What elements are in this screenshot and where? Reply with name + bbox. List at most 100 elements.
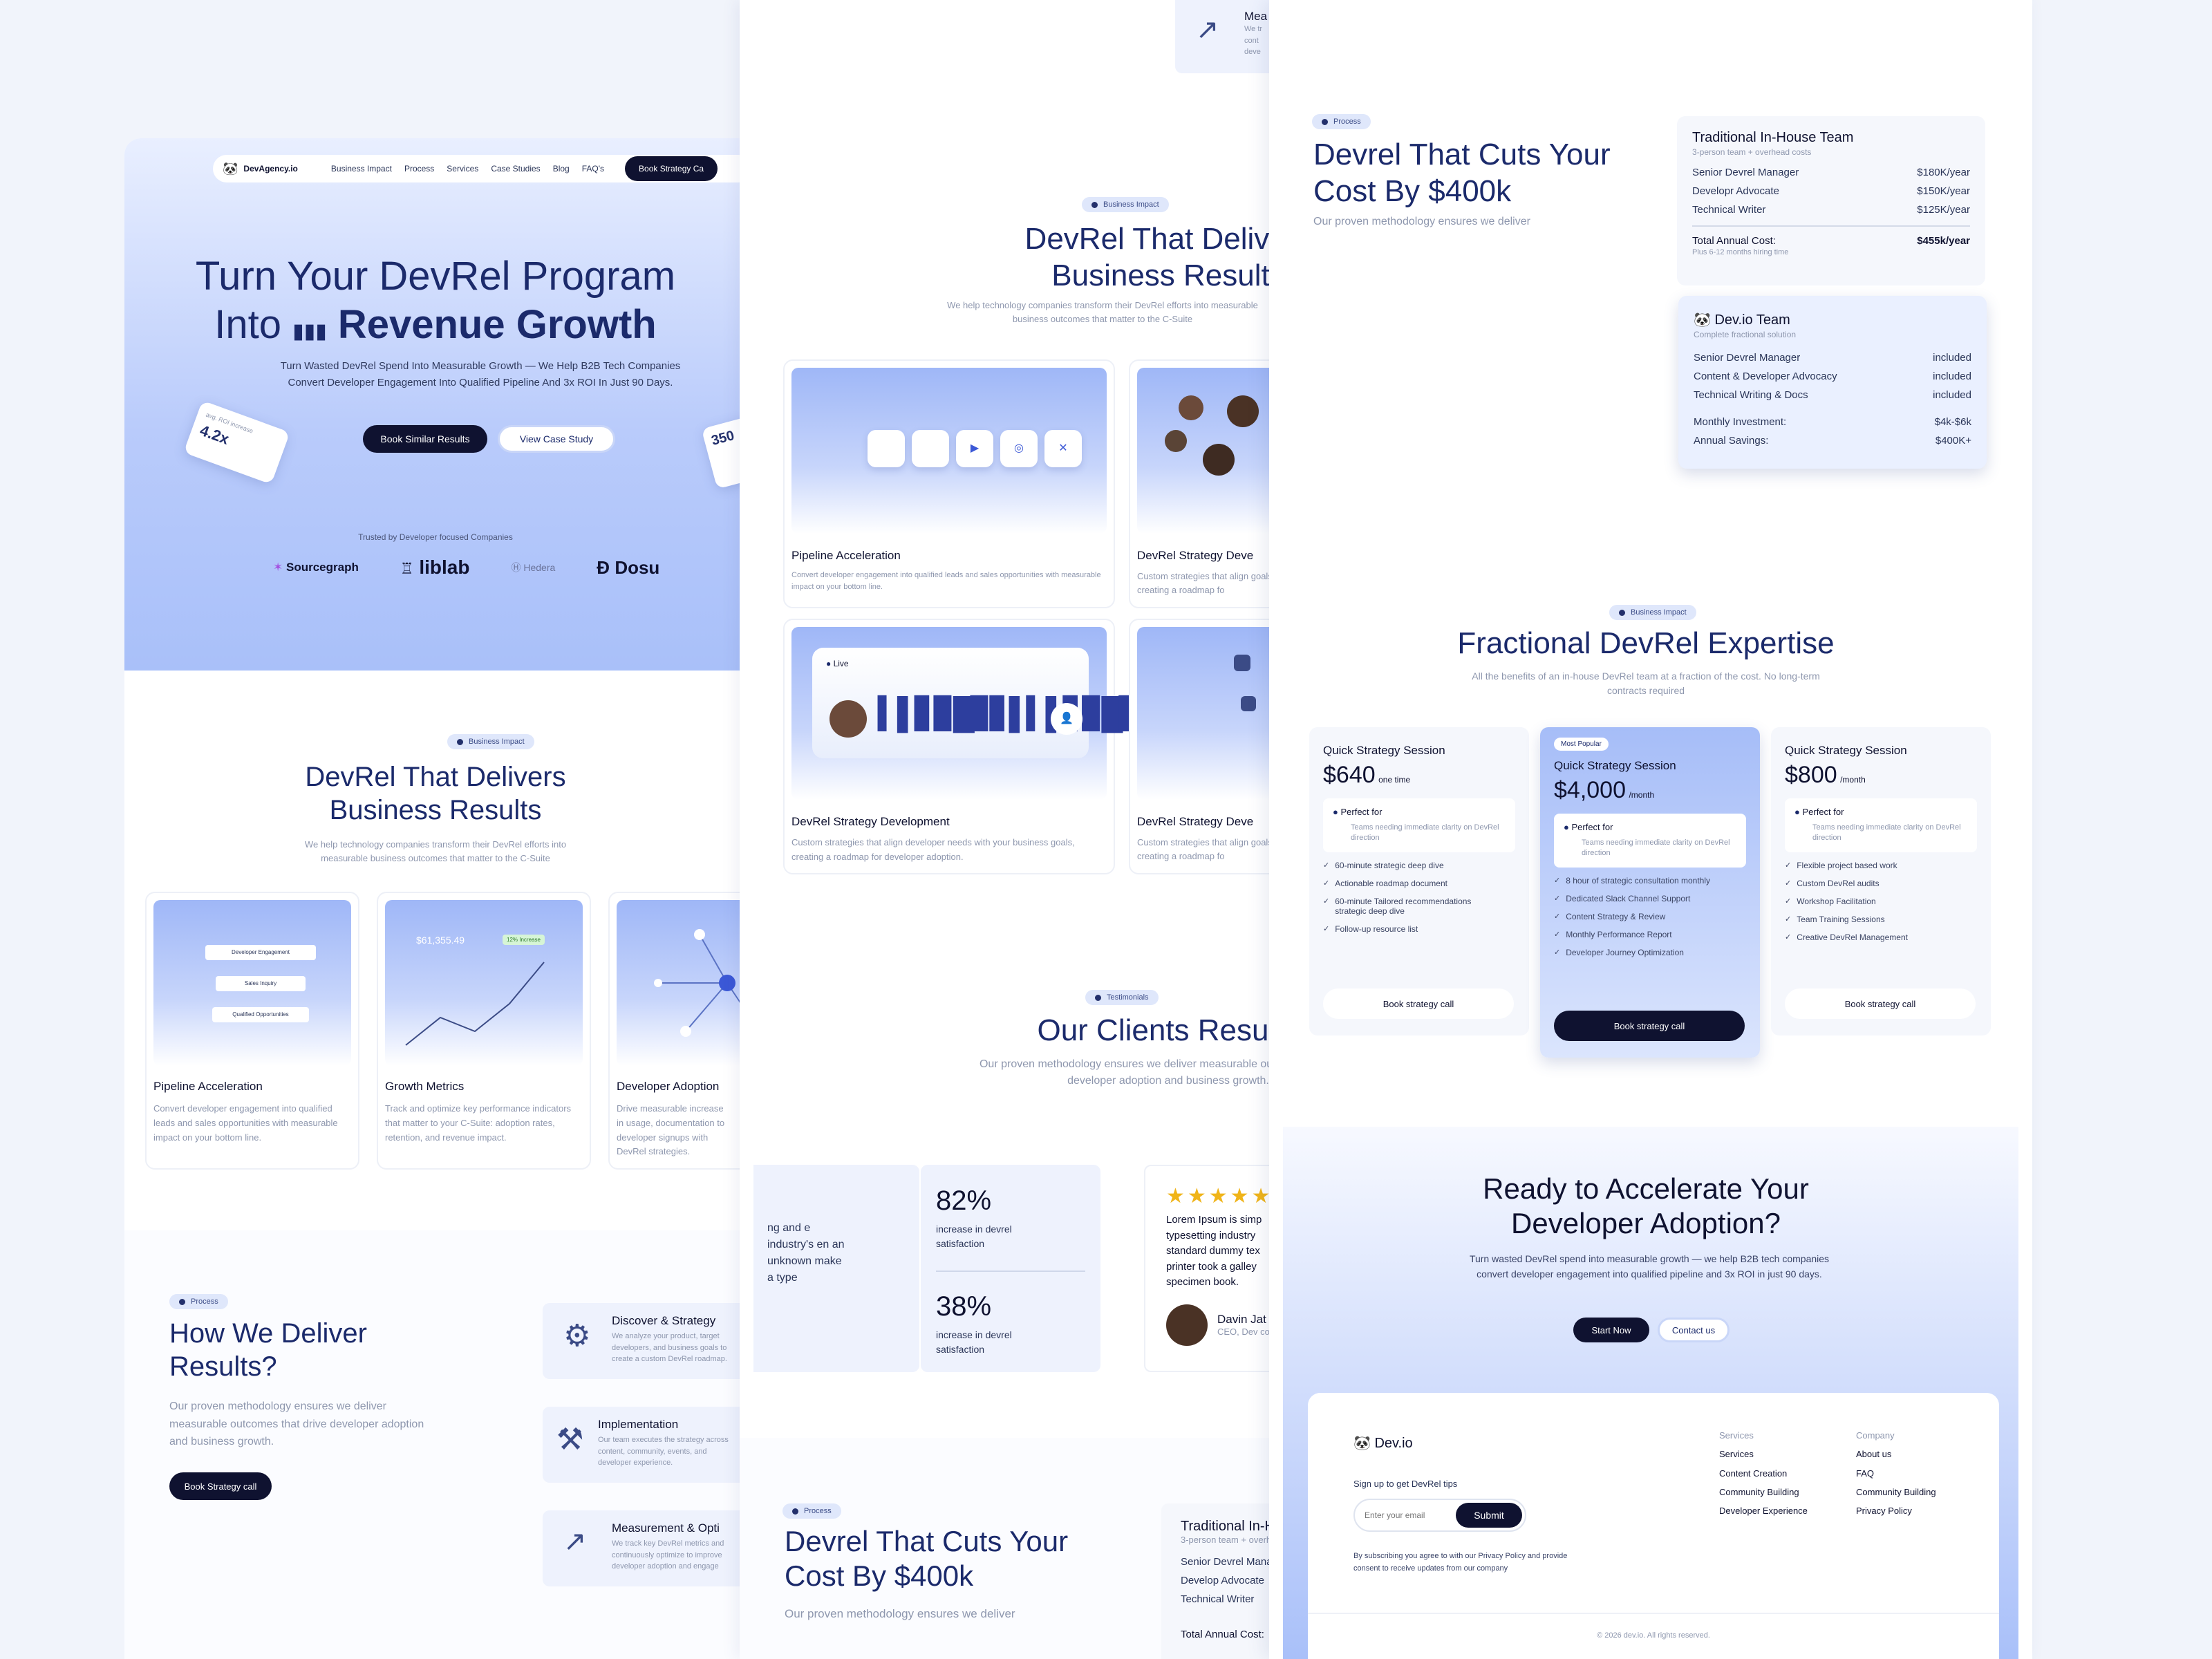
devio-monthly: Monthly Investment: $4k-$6k <box>1694 416 1971 428</box>
step-title: Measurement & Opti <box>612 1521 720 1535</box>
mini-row-3: Qualified Opportunities <box>212 1007 309 1022</box>
perfect-for-text: Teams needing immediate clarity on DevRe… <box>1812 823 1961 843</box>
plan-cta-button[interactable]: Book strategy call <box>1554 1011 1745 1041</box>
author-role: CEO, Dev co <box>1217 1327 1270 1337</box>
dosu-icon: Ð <box>597 556 610 578</box>
traditional-title: Traditional In-House Team <box>1692 130 1854 145</box>
avatar <box>1203 444 1235 476</box>
devio-team-card: 🐼 Dev.io Team Complete fractional soluti… <box>1678 296 1987 469</box>
hedera-icon: Ⓗ <box>511 562 521 573</box>
book-strategy-call-button[interactable]: Book Strategy call <box>169 1472 272 1500</box>
devio-row: Content & Developer Advocacy included <box>1694 371 1971 382</box>
mid-card-strategy-1: DevRel Strategy Deve Custom strategies t… <box>1129 359 1272 608</box>
mid-card-text: Custom strategies that align goals, crea… <box>1137 837 1272 861</box>
plan-feature: Team Training Sessions <box>1785 915 1977 924</box>
mid-card-title: DevRel Strategy Development <box>791 815 950 828</box>
footer-link[interactable]: Community Building <box>1719 1483 1808 1501</box>
trusted-label: Trusted by Developer focused Companies <box>358 532 513 542</box>
impact-card-text: Convert developer engagement into qualif… <box>153 1103 338 1143</box>
devio-row: Technical Writing & Docs included <box>1694 389 1971 401</box>
logo-text[interactable]: DevAgency.io <box>243 164 297 174</box>
cost-title: Devrel That Cuts Your Cost By $400k <box>1313 138 1611 208</box>
process-step-measurement[interactable]: ↗ Measurement & Opti We track key DevRel… <box>543 1510 747 1586</box>
impact-tag: Business Impact <box>1082 197 1169 212</box>
footer-link[interactable]: Developer Experience <box>1719 1501 1808 1520</box>
process-step-discover[interactable]: ⚙ Discover & Strategy We analyze your pr… <box>543 1303 747 1379</box>
impact-tag: Business Impact <box>447 734 534 749</box>
email-input[interactable] <box>1365 1507 1447 1524</box>
right-page-panel: Process Devrel That Cuts Your Cost By $4… <box>1269 0 2032 1659</box>
plan-feature: 60-minute strategic deep dive <box>1323 861 1515 870</box>
user-icon: 👤 <box>1051 703 1082 735</box>
middle-page-panel: ↗ Mea We tr cont deve Business Impact De… <box>740 0 1272 1659</box>
submit-button[interactable]: Submit <box>1456 1503 1522 1528</box>
start-now-button[interactable]: Start Now <box>1573 1318 1649 1342</box>
plan-cta-button[interactable]: Book strategy call <box>1323 988 1514 1019</box>
perfect-for-label: ● Perfect for <box>1794 807 1844 817</box>
growth-line-chart <box>405 962 545 1046</box>
view-case-study-button[interactable]: View Case Study <box>498 425 615 453</box>
devio-sub: Complete fractional solution <box>1694 330 1797 339</box>
nav-link-process[interactable]: Process <box>404 164 434 174</box>
perfect-for-box: ● Perfect for Teams needing immediate cl… <box>1323 798 1515 852</box>
footer-link[interactable]: Privacy Policy <box>1856 1501 1936 1520</box>
author-name: Davin Jat <box>1217 1313 1266 1326</box>
footer-link[interactable]: FAQ <box>1856 1464 1936 1483</box>
footer-link[interactable]: Services <box>1719 1445 1808 1463</box>
process-step-implementation[interactable]: ⚒ Implementation Our team executes the s… <box>543 1407 747 1483</box>
tag-dot <box>1095 994 1101 1001</box>
traditional-title: Traditional In-H <box>1181 1519 1272 1534</box>
devio-row: Senior Devrel Manager included <box>1694 352 1971 364</box>
liblab-icon: ♖ <box>400 560 414 577</box>
nav-link-services[interactable]: Services <box>447 164 478 174</box>
avatar <box>1227 395 1259 427</box>
perfect-for-label: ● Perfect for <box>1333 807 1382 817</box>
impact-subtitle: We help technology companies transform t… <box>304 839 567 863</box>
footer-divider <box>1308 1613 1999 1614</box>
mid-card-text: Convert developer engagement into qualif… <box>791 571 1101 591</box>
plan-name: Quick Strategy Session <box>1323 744 1445 757</box>
impact-card-growth: $61,355.49 12% Increase Growth Metrics T… <box>377 892 591 1170</box>
youtube-icon: ▶ <box>956 430 993 467</box>
footer-logo[interactable]: 🐼 Dev.io <box>1353 1434 1413 1452</box>
impact-card-title: Pipeline Acceleration <box>153 1080 263 1093</box>
plan-card-640: Quick Strategy Session $640 one time ● P… <box>1309 727 1529 1035</box>
impact-card-text: Track and optimize key performance indic… <box>385 1103 572 1143</box>
traditional-row: Develop Advocate <box>1181 1575 1264 1586</box>
cost-subtitle: Our proven methodology ensures we delive… <box>785 1607 1015 1620</box>
mini-row-2: Sales Inquiry <box>216 976 306 991</box>
hero-title-into: Into <box>214 301 282 347</box>
nav-link-business-impact[interactable]: Business Impact <box>331 164 392 174</box>
logo-sourcegraph: ✶ Sourcegraph <box>273 561 359 574</box>
tag-dot <box>1619 609 1625 616</box>
footer-email-form: Submit <box>1353 1499 1526 1532</box>
plan-feature: Dedicated Slack Channel Support <box>1554 894 1746 903</box>
pricing-tag: Business Impact <box>1609 605 1696 620</box>
mid-card-title: Pipeline Acceleration <box>791 549 901 562</box>
nav-link-blog[interactable]: Blog <box>553 164 570 174</box>
audio-waveform-icon: ▍▌▋▊█▊▋▌▍▌▋▊█▋▌ <box>878 697 1160 731</box>
footer-link[interactable]: About us <box>1856 1445 1936 1463</box>
nav-link-faqs[interactable]: FAQ's <box>582 164 604 174</box>
impact-title: DevRel That Delivers Business Results <box>305 762 566 825</box>
radio-dot-icon: ● <box>1794 807 1800 817</box>
cta-subtitle: Turn wasted DevRel spend into measurable… <box>1469 1253 1830 1280</box>
mid-card-image <box>1137 368 1272 534</box>
plan-card-800: Quick Strategy Session $800 /month ● Per… <box>1771 727 1991 1035</box>
sourcegraph-icon: ✶ <box>273 561 283 574</box>
plan-price: $4,000 /month <box>1554 777 1655 803</box>
trusted-logos: ✶ Sourcegraph ♖ liblab Ⓗ Hedera Ð Dosu <box>273 556 702 579</box>
footer-link[interactable]: Community Building <box>1856 1483 1936 1501</box>
nav-cta-button[interactable]: Book Strategy Ca <box>625 156 718 181</box>
plan-cta-button[interactable]: Book strategy call <box>1785 988 1976 1019</box>
plan-feature: Developer Journey Optimization <box>1554 948 1746 957</box>
nav-link-case-studies[interactable]: Case Studies <box>491 164 540 174</box>
logo-liblab: ♖ liblab <box>400 556 470 578</box>
contact-us-button[interactable]: Contact us <box>1658 1318 1730 1342</box>
book-similar-results-button[interactable]: Book Similar Results <box>363 425 487 453</box>
impact-card-image: $61,355.49 12% Increase <box>385 900 583 1066</box>
testimonial-partial-card: ng and e industry's en an unknown make a… <box>753 1165 919 1372</box>
footer-link[interactable]: Content Creation <box>1719 1464 1808 1483</box>
instagram-icon: ◎ <box>1000 430 1038 467</box>
x-icon: ✕ <box>1044 430 1082 467</box>
